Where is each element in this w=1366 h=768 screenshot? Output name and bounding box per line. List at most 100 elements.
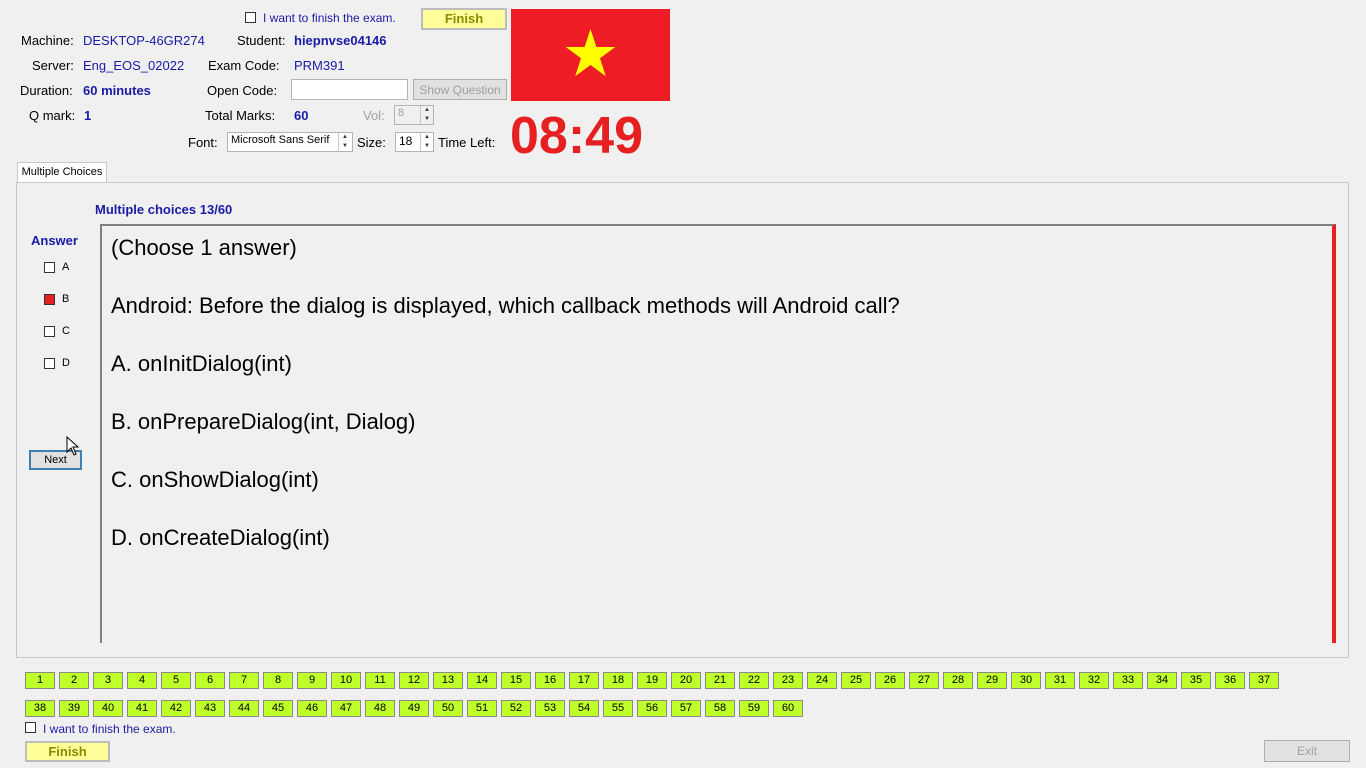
question-nav-button[interactable]: 37 <box>1249 672 1279 689</box>
server-value: Eng_EOS_02022 <box>83 58 185 73</box>
answer-a-checkbox[interactable] <box>44 262 55 273</box>
question-nav-button[interactable]: 58 <box>705 700 735 717</box>
question-nav-button[interactable]: 7 <box>229 672 259 689</box>
question-nav-button[interactable]: 6 <box>195 672 225 689</box>
question-nav-button[interactable]: 31 <box>1045 672 1075 689</box>
question-nav-button[interactable]: 16 <box>535 672 565 689</box>
question-nav-button[interactable]: 4 <box>127 672 157 689</box>
question-nav-button[interactable]: 8 <box>263 672 293 689</box>
question-nav-button[interactable]: 25 <box>841 672 871 689</box>
question-nav-button[interactable]: 24 <box>807 672 837 689</box>
question-nav-button[interactable]: 20 <box>671 672 701 689</box>
question-nav-button[interactable]: 15 <box>501 672 531 689</box>
question-nav-button[interactable]: 50 <box>433 700 463 717</box>
question-nav-button[interactable]: 42 <box>161 700 191 717</box>
student-label: Student: <box>237 33 286 48</box>
question-nav-button[interactable]: 39 <box>59 700 89 717</box>
question-nav-button[interactable]: 27 <box>909 672 939 689</box>
show-question-button[interactable]: Show Question <box>413 79 507 100</box>
machine-label: Machine: <box>21 33 74 48</box>
finish-exam-checkbox-top[interactable] <box>245 12 256 23</box>
question-nav-button[interactable]: 19 <box>637 672 667 689</box>
answer-b-checkbox[interactable] <box>44 294 55 305</box>
vol-spinner[interactable]: ▲ ▼ <box>420 106 433 124</box>
question-nav-button[interactable]: 33 <box>1113 672 1143 689</box>
spin-up-icon[interactable]: ▲ <box>421 106 433 115</box>
question-nav-button[interactable]: 52 <box>501 700 531 717</box>
open-code-input[interactable] <box>291 79 408 100</box>
question-nav-button[interactable]: 60 <box>773 700 803 717</box>
question-nav-button[interactable]: 9 <box>297 672 327 689</box>
question-nav-button[interactable]: 54 <box>569 700 599 717</box>
question-nav-button[interactable]: 21 <box>705 672 735 689</box>
question-nav-button[interactable]: 28 <box>943 672 973 689</box>
question-nav-button[interactable]: 32 <box>1079 672 1109 689</box>
question-nav-button[interactable]: 59 <box>739 700 769 717</box>
question-nav-button[interactable]: 47 <box>331 700 361 717</box>
question-text-area: (Choose 1 answer) Android: Before the di… <box>100 224 1336 643</box>
size-spinner[interactable]: ▲ ▼ <box>420 133 433 151</box>
question-nav-button[interactable]: 14 <box>467 672 497 689</box>
spin-up-icon[interactable]: ▲ <box>339 133 351 142</box>
total-marks-label: Total Marks: <box>205 108 276 123</box>
question-nav-button[interactable]: 40 <box>93 700 123 717</box>
question-nav-button[interactable]: 30 <box>1011 672 1041 689</box>
question-nav-button[interactable]: 13 <box>433 672 463 689</box>
question-nav-button[interactable]: 43 <box>195 700 225 717</box>
question-nav-button[interactable]: 1 <box>25 672 55 689</box>
question-nav-button[interactable]: 11 <box>365 672 395 689</box>
question-nav-button[interactable]: 17 <box>569 672 599 689</box>
question-nav-button[interactable]: 57 <box>671 700 701 717</box>
question-nav-button[interactable]: 38 <box>25 700 55 717</box>
question-nav-button[interactable]: 10 <box>331 672 361 689</box>
question-nav-button[interactable]: 56 <box>637 700 667 717</box>
option-c-text: C. onShowDialog(int) <box>111 467 319 492</box>
size-label: Size: <box>357 135 386 150</box>
finish-button-bottom[interactable]: Finish <box>25 741 110 762</box>
question-nav-button[interactable]: 36 <box>1215 672 1245 689</box>
duration-label: Duration: <box>20 83 73 98</box>
spin-down-icon[interactable]: ▼ <box>421 115 433 124</box>
font-label: Font: <box>188 135 218 150</box>
duration-value: 60 minutes <box>83 83 151 98</box>
question-nav-button[interactable]: 23 <box>773 672 803 689</box>
machine-value: DESKTOP-46GR274 <box>83 33 205 48</box>
open-code-label: Open Code: <box>207 83 278 98</box>
question-nav-button[interactable]: 44 <box>229 700 259 717</box>
spin-down-icon[interactable]: ▼ <box>421 142 433 151</box>
finish-exam-checkbox-bottom[interactable] <box>25 722 36 733</box>
question-nav-button[interactable]: 2 <box>59 672 89 689</box>
spin-down-icon[interactable]: ▼ <box>339 142 351 151</box>
total-marks-value: 60 <box>294 108 309 123</box>
spin-up-icon[interactable]: ▲ <box>421 133 433 142</box>
question-nav-button[interactable]: 29 <box>977 672 1007 689</box>
question-nav-button[interactable]: 26 <box>875 672 905 689</box>
question-nav-button[interactable]: 55 <box>603 700 633 717</box>
question-nav-button[interactable]: 18 <box>603 672 633 689</box>
answer-a-label: A <box>62 261 70 273</box>
font-input[interactable]: Microsoft Sans Serif <box>227 132 353 152</box>
student-value: hiepnvse04146 <box>294 33 387 48</box>
exit-button[interactable]: Exit <box>1264 740 1350 762</box>
question-nav-button[interactable]: 53 <box>535 700 565 717</box>
finish-button-top[interactable]: Finish <box>421 8 507 30</box>
question-nav-button[interactable]: 41 <box>127 700 157 717</box>
question-nav-button[interactable]: 34 <box>1147 672 1177 689</box>
question-nav-button[interactable]: 45 <box>263 700 293 717</box>
question-nav-button[interactable]: 3 <box>93 672 123 689</box>
answer-d-checkbox[interactable] <box>44 358 55 369</box>
question-nav-button[interactable]: 22 <box>739 672 769 689</box>
question-nav-button[interactable]: 5 <box>161 672 191 689</box>
question-nav-button[interactable]: 46 <box>297 700 327 717</box>
question-nav-button[interactable]: 12 <box>399 672 429 689</box>
qmark-label: Q mark: <box>29 108 76 123</box>
font-spinner[interactable]: ▲ ▼ <box>338 133 351 151</box>
tab-multiple-choices[interactable]: Multiple Choices <box>17 162 107 183</box>
option-b-text: B. onPrepareDialog(int, Dialog) <box>111 409 416 434</box>
question-nav-button[interactable]: 49 <box>399 700 429 717</box>
answer-c-checkbox[interactable] <box>44 326 55 337</box>
question-nav-button[interactable]: 51 <box>467 700 497 717</box>
question-nav-button[interactable]: 35 <box>1181 672 1211 689</box>
option-a-text: A. onInitDialog(int) <box>111 351 292 376</box>
question-nav-button[interactable]: 48 <box>365 700 395 717</box>
